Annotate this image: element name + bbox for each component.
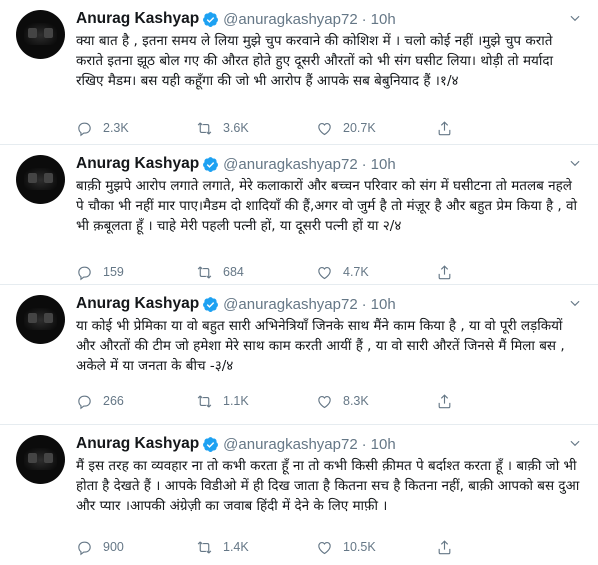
like-count: 4.7K	[343, 265, 369, 279]
like-button[interactable]: 10.5K	[316, 539, 436, 556]
reply-count: 900	[103, 540, 124, 554]
tweet-text: या कोई भी प्रेमिका या वो बहुत सारी अभिने…	[76, 318, 565, 374]
separator-dot: ·	[361, 155, 367, 173]
share-button[interactable]	[436, 120, 556, 137]
tweet-actions: 266 1.1K 8.3K	[76, 391, 556, 411]
retweet-count: 3.6K	[223, 121, 249, 135]
reply-icon	[78, 541, 91, 555]
retweet-icon	[197, 121, 212, 135]
like-count: 8.3K	[343, 394, 369, 408]
author-handle[interactable]: @anuragkashyap72	[223, 156, 358, 173]
separator-dot: ·	[361, 295, 367, 313]
tweet-timestamp[interactable]: 10h	[371, 156, 396, 173]
author-handle[interactable]: @anuragkashyap72	[223, 296, 358, 313]
like-count: 20.7K	[343, 121, 376, 135]
tweet-content: Anurag Kashyap @anuragkashyap72 · 10h या…	[76, 294, 582, 376]
author-name[interactable]: Anurag Kashyap	[76, 155, 199, 173]
verified-badge-icon	[203, 11, 219, 27]
author-name[interactable]: Anurag Kashyap	[76, 295, 199, 313]
retweet-button[interactable]: 1.4K	[196, 539, 316, 556]
tweet-header: Anurag Kashyap @anuragkashyap72 · 10h	[76, 154, 582, 174]
chevron-down-icon[interactable]	[568, 296, 582, 310]
share-button[interactable]	[436, 539, 556, 556]
tweet-content: Anurag Kashyap @anuragkashyap72 · 10h क्…	[76, 9, 582, 91]
like-count: 10.5K	[343, 540, 376, 554]
reply-button[interactable]: 900	[76, 539, 196, 556]
reply-icon	[78, 266, 91, 280]
tweet-text: मैं इस तरह का व्यवहार ना तो कभी करता हूँ…	[76, 458, 580, 514]
retweet-icon	[197, 265, 212, 279]
reply-count: 2.3K	[103, 121, 129, 135]
like-button[interactable]: 8.3K	[316, 393, 436, 410]
tweet[interactable]: Anurag Kashyap @anuragkashyap72 · 10h बा…	[0, 145, 598, 285]
tweet-actions: 900 1.4K 10.5K	[76, 537, 556, 557]
reply-button[interactable]: 266	[76, 393, 196, 410]
reply-button[interactable]: 159	[76, 264, 196, 281]
author-handle[interactable]: @anuragkashyap72	[223, 11, 358, 28]
tweet[interactable]: Anurag Kashyap @anuragkashyap72 · 10h क्…	[0, 0, 598, 145]
share-icon	[438, 120, 451, 135]
reply-icon	[78, 122, 91, 136]
author-name[interactable]: Anurag Kashyap	[76, 10, 199, 28]
author-name[interactable]: Anurag Kashyap	[76, 435, 199, 453]
chevron-down-icon[interactable]	[568, 436, 582, 450]
tweet-timestamp[interactable]: 10h	[371, 296, 396, 313]
tweet-text: बाक़ी मुझपे आरोप लगाते लगाते, मेरे कलाका…	[76, 178, 577, 234]
retweet-icon	[197, 394, 212, 408]
heart-icon	[318, 395, 331, 408]
tweet-content: Anurag Kashyap @anuragkashyap72 · 10h मै…	[76, 434, 582, 516]
share-icon	[438, 264, 451, 279]
tweet[interactable]: Anurag Kashyap @anuragkashyap72 · 10h मै…	[0, 425, 598, 565]
tweet-timeline: Anurag Kashyap @anuragkashyap72 · 10h क्…	[0, 0, 598, 565]
tweet-header: Anurag Kashyap @anuragkashyap72 · 10h	[76, 434, 582, 454]
retweet-icon	[197, 540, 212, 554]
tweet[interactable]: Anurag Kashyap @anuragkashyap72 · 10h या…	[0, 285, 598, 425]
tweet-header: Anurag Kashyap @anuragkashyap72 · 10h	[76, 294, 582, 314]
tweet-actions: 159 684 4.7K	[76, 262, 556, 282]
reply-button[interactable]: 2.3K	[76, 120, 196, 137]
retweet-button[interactable]: 3.6K	[196, 120, 316, 137]
avatar[interactable]	[16, 435, 65, 484]
retweet-count: 1.1K	[223, 394, 249, 408]
tweet-timestamp[interactable]: 10h	[371, 11, 396, 28]
reply-count: 159	[103, 265, 124, 279]
like-button[interactable]: 20.7K	[316, 120, 436, 137]
tweet-text: क्या बात है , इतना समय ले लिया मुझे चुप …	[76, 33, 554, 89]
chevron-down-icon[interactable]	[568, 11, 582, 25]
separator-dot: ·	[361, 10, 367, 28]
tweet-actions: 2.3K 3.6K 20.7K	[76, 118, 556, 138]
share-button[interactable]	[436, 393, 556, 410]
heart-icon	[318, 122, 331, 135]
verified-badge-icon	[203, 156, 219, 172]
chevron-down-icon[interactable]	[568, 156, 582, 170]
avatar[interactable]	[16, 295, 65, 344]
retweet-button[interactable]: 1.1K	[196, 393, 316, 410]
heart-icon	[318, 266, 331, 279]
avatar[interactable]	[16, 10, 65, 59]
tweet-content: Anurag Kashyap @anuragkashyap72 · 10h बा…	[76, 154, 582, 236]
separator-dot: ·	[361, 435, 367, 453]
reply-count: 266	[103, 394, 124, 408]
verified-badge-icon	[203, 296, 219, 312]
like-button[interactable]: 4.7K	[316, 264, 436, 281]
tweet-header: Anurag Kashyap @anuragkashyap72 · 10h	[76, 9, 582, 29]
avatar[interactable]	[16, 155, 65, 204]
verified-badge-icon	[203, 436, 219, 452]
heart-icon	[318, 541, 331, 554]
reply-icon	[78, 395, 91, 409]
share-icon	[438, 393, 451, 408]
retweet-count: 1.4K	[223, 540, 249, 554]
share-icon	[438, 539, 451, 554]
share-button[interactable]	[436, 264, 556, 281]
author-handle[interactable]: @anuragkashyap72	[223, 436, 358, 453]
retweet-button[interactable]: 684	[196, 264, 316, 281]
tweet-timestamp[interactable]: 10h	[371, 436, 396, 453]
retweet-count: 684	[223, 265, 244, 279]
